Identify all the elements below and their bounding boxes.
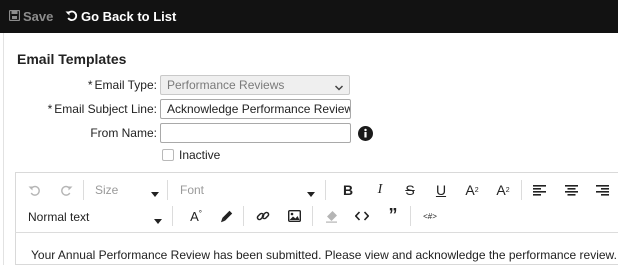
email-type-value: Performance Reviews: [167, 78, 285, 92]
font-family-label: Font: [180, 183, 205, 197]
code-icon[interactable]: [354, 208, 370, 224]
font-color-icon[interactable]: A °: [187, 207, 205, 225]
from-name-input[interactable]: [160, 123, 351, 143]
undo-icon[interactable]: [26, 182, 42, 198]
required-mark: *: [47, 102, 53, 116]
superscript-icon[interactable]: A2: [463, 181, 481, 199]
redo-icon[interactable]: [58, 182, 74, 198]
email-type-select[interactable]: Performance Reviews: [160, 75, 350, 95]
font-size-label: Size: [95, 183, 119, 197]
underline-icon[interactable]: U: [433, 181, 449, 199]
image-icon[interactable]: [286, 208, 302, 224]
undo-arrow-icon: [65, 9, 81, 25]
toolbar-divider: [521, 180, 522, 200]
go-back-button[interactable]: Go Back to List: [65, 9, 176, 25]
highlighter-icon[interactable]: [218, 208, 234, 224]
page-title: Email Templates: [17, 51, 127, 67]
font-family-dropdown[interactable]: Font: [180, 183, 316, 197]
chevron-down-icon: [334, 80, 344, 98]
toolbar-divider: [172, 206, 173, 226]
caret-down-icon: [154, 214, 162, 228]
caret-down-icon: [151, 187, 159, 201]
go-back-label: Go Back to List: [81, 9, 177, 24]
subscript-icon[interactable]: A2: [494, 181, 512, 199]
align-right-icon[interactable]: [594, 183, 610, 197]
italic-icon[interactable]: I: [372, 181, 388, 199]
from-name-label: From Name:: [90, 126, 157, 140]
save-icon: [8, 9, 23, 24]
email-subject-input[interactable]: Acknowledge Performance Review: [160, 99, 351, 119]
paragraph-format-label: Normal text: [28, 210, 90, 224]
save-button[interactable]: Save: [8, 9, 54, 24]
align-left-icon[interactable]: [531, 183, 547, 197]
link-icon[interactable]: [255, 208, 271, 224]
bold-icon[interactable]: B: [340, 181, 356, 199]
align-center-icon[interactable]: [563, 183, 579, 197]
caret-down-icon: [307, 187, 315, 201]
eraser-icon[interactable]: [323, 208, 339, 224]
info-icon[interactable]: [358, 126, 373, 146]
save-button-label: Save: [23, 9, 54, 24]
toolbar-divider: [410, 206, 411, 226]
email-type-label: * Email Type:: [87, 78, 157, 92]
font-size-dropdown[interactable]: Size: [95, 183, 159, 197]
quote-icon[interactable]: ”: [385, 205, 401, 225]
placeholder-tag-icon[interactable]: <#>: [421, 208, 439, 224]
toolbar-divider: [325, 180, 326, 200]
strikethrough-icon[interactable]: S: [402, 181, 418, 199]
toolbar-divider: [83, 180, 84, 200]
top-toolbar: Save Go Back to List: [0, 0, 618, 33]
paragraph-format-dropdown[interactable]: Normal text: [28, 210, 162, 224]
toolbar-divider: [312, 206, 313, 226]
toolbar-divider: [243, 206, 244, 226]
required-mark: *: [87, 78, 93, 92]
inactive-checkbox[interactable]: [162, 149, 174, 161]
editor-body-text[interactable]: Your Annual Performance Review has been …: [31, 248, 617, 262]
toolbar-divider: [167, 180, 168, 200]
email-subject-label: * Email Subject Line:: [47, 102, 157, 116]
inactive-label: Inactive: [179, 148, 221, 162]
